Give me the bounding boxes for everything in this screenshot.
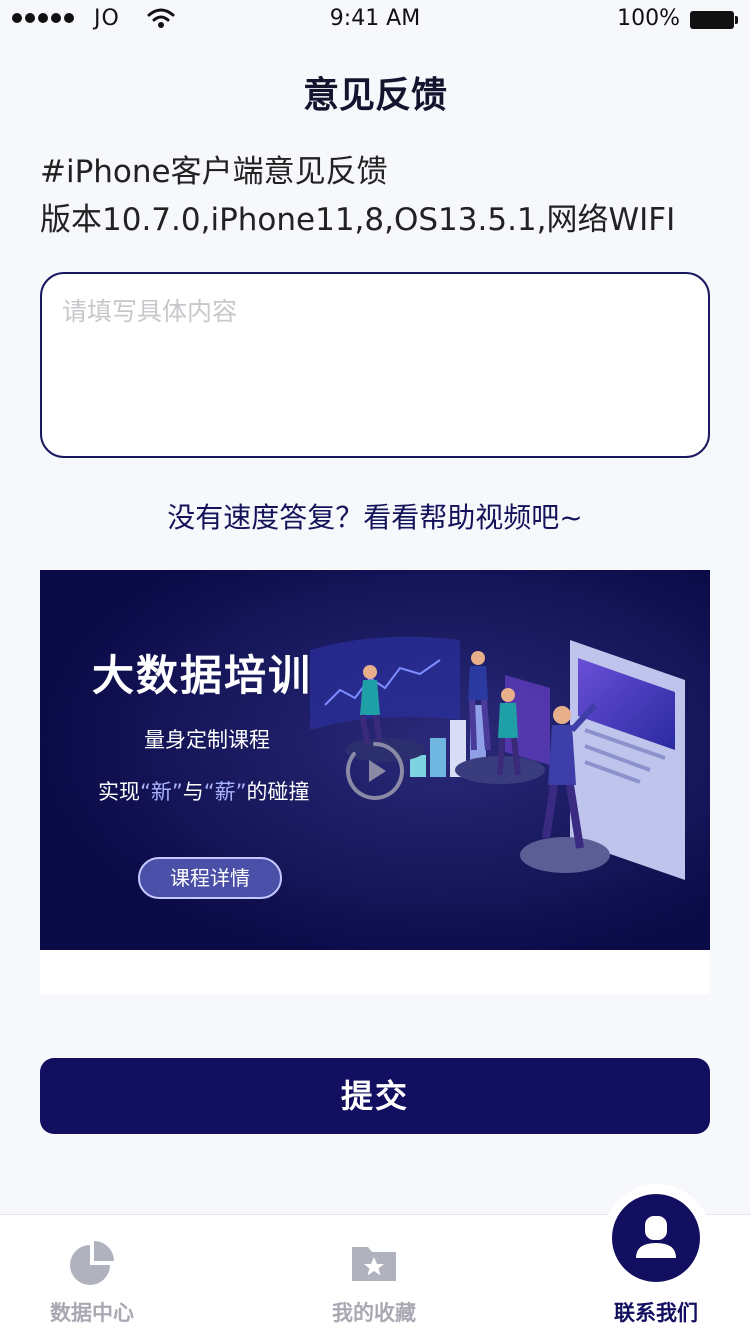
info-line-topic: #iPhone客户端意见反馈 [40, 154, 388, 190]
feedback-box [40, 272, 710, 458]
submit-button[interactable]: 提交 [40, 1058, 710, 1134]
device-info: #iPhone客户端意见反馈 版本10.7.0,iPhone11,8,OS13.… [40, 148, 675, 244]
slogan-highlight: “新” [140, 780, 183, 804]
page-title: 意见反馈 [302, 75, 447, 116]
feedback-input[interactable] [42, 274, 708, 456]
tab-favorites[interactable]: 我的收藏 [274, 1215, 474, 1334]
banner-title: 大数据培训 [92, 651, 313, 700]
pie-chart-icon [70, 1241, 114, 1285]
contact-button[interactable] [612, 1194, 700, 1282]
slogan-part: 实现 [98, 780, 140, 804]
video-banner[interactable]: 大数据培训 量身定制课程 实现“新”与“薪”的碰撞 课程详情 [40, 570, 710, 950]
help-video-link[interactable]: 没有速度答复？看看帮助视频吧~ [0, 496, 750, 536]
course-details-button[interactable]: 课程详情 [138, 857, 282, 899]
slogan-part: 与 [182, 780, 204, 804]
slogan-highlight: “薪” [203, 780, 247, 804]
tab-data-center[interactable]: 数据中心 [0, 1215, 192, 1334]
info-line-version: 版本10.7.0,iPhone11,8,OS13.5.1,网络WIFI [40, 202, 676, 238]
user-icon [636, 1216, 676, 1258]
play-icon[interactable] [344, 740, 406, 802]
status-bar: JO 9:41 AM 100% [0, 0, 750, 40]
battery-icon [690, 11, 738, 29]
slogan-part: 的碰撞 [246, 780, 310, 804]
battery-percent: 100% [617, 6, 680, 31]
video-card[interactable]: 大数据培训 量身定制课程 实现“新”与“薪”的碰撞 课程详情 [40, 570, 710, 994]
folder-star-icon [352, 1247, 396, 1281]
tab-label: 我的收藏 [332, 1301, 416, 1325]
tab-label: 数据中心 [50, 1301, 134, 1325]
banner-subtitle: 量身定制课程 [144, 728, 270, 752]
banner-slogan: 实现“新”与“薪”的碰撞 [98, 776, 310, 806]
tab-label: 联系我们 [614, 1301, 698, 1325]
